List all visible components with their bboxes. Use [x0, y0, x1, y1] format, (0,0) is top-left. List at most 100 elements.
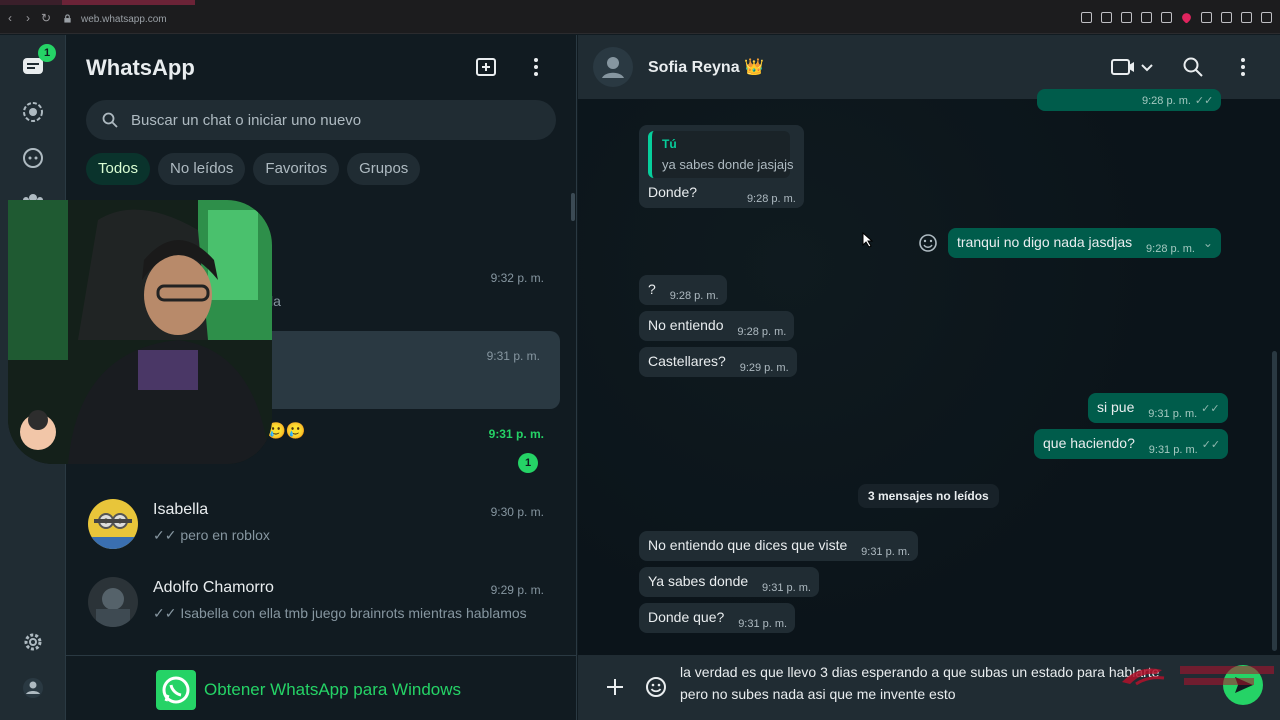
webcam-overlay	[8, 200, 272, 464]
filter-favorites[interactable]: Favoritos	[253, 153, 340, 185]
message-time: 9:28 p. m.	[737, 326, 787, 338]
share-icon[interactable]	[1221, 12, 1232, 23]
active-browser-tab[interactable]	[62, 0, 195, 5]
reload-icon[interactable]: ↻	[40, 12, 52, 24]
message-outgoing[interactable]: 9:28 p. m. ✓✓	[1037, 89, 1222, 111]
search-icon[interactable]	[1181, 55, 1205, 79]
message-time: 9:31 p. m.	[738, 618, 788, 630]
whatsapp-logo-icon	[156, 670, 196, 710]
chat-preview-text: Isabella con ella tmb juego brainrots mi…	[180, 605, 527, 621]
menu-icon[interactable]	[524, 55, 548, 79]
shield-icon[interactable]	[1141, 12, 1152, 23]
screenshot-icon[interactable]	[1121, 12, 1132, 23]
chat-preview-text: pero en roblox	[180, 527, 270, 543]
search-icon	[102, 112, 118, 128]
status-icon[interactable]	[20, 99, 46, 125]
message-time: 9:28 p. m.	[746, 193, 796, 205]
back-icon[interactable]: ‹	[4, 12, 16, 24]
address-bar[interactable]: web.whatsapp.com	[81, 14, 167, 25]
unread-count-badge: 1	[518, 453, 538, 473]
play-icon[interactable]	[1161, 12, 1172, 23]
message-incoming[interactable]: ? 9:28 p. m.	[639, 275, 727, 305]
message-time: 9:31 p. m.	[762, 582, 811, 594]
menu-icon[interactable]	[1231, 55, 1255, 79]
chat-preview: 🥲🥲	[266, 423, 306, 440]
chat-name: Adolfo Chamorro	[153, 579, 274, 596]
send-button[interactable]	[1223, 665, 1263, 705]
download-promo[interactable]: Obtener WhatsApp para Windows	[66, 655, 576, 720]
message-incoming-reply[interactable]: Tú ya sabes donde jasjajs Donde? 9:28 p.…	[639, 125, 804, 208]
chat-time: 9:31 p. m.	[486, 349, 540, 363]
channels-icon[interactable]	[20, 145, 46, 171]
filter-unread[interactable]: No leídos	[158, 153, 246, 185]
message-text: si pue	[1097, 399, 1135, 415]
zoom-icon[interactable]	[1081, 12, 1092, 23]
search-input[interactable]	[131, 100, 541, 140]
message-incoming[interactable]: No entiendo 9:28 p. m.	[639, 311, 795, 341]
dropdown-chevron-icon[interactable]: ⌄	[1203, 236, 1213, 250]
chat-time: 9:30 p. m.	[490, 505, 544, 519]
app-title: WhatsApp	[86, 55, 195, 80]
attach-plus-icon[interactable]	[603, 675, 627, 699]
message-text: ?	[648, 281, 656, 297]
chats-badge: 1	[38, 44, 56, 62]
avatar	[88, 577, 138, 627]
message-text: No entiendo que dices que viste	[648, 537, 848, 553]
video-call-icon[interactable]	[1110, 55, 1156, 79]
chat-row-adolfo[interactable]: Adolfo Chamorro 9:29 p. m. ✓✓ Isabella c…	[66, 565, 564, 643]
message-incoming[interactable]: No entiendo que dices que viste 9:31 p. …	[639, 531, 919, 561]
extensions-icon[interactable]	[1201, 12, 1212, 23]
heart-icon[interactable]	[1180, 11, 1193, 24]
promo-link[interactable]: Obtener WhatsApp para Windows	[204, 680, 461, 700]
read-ticks-icon: ✓✓	[1201, 403, 1220, 415]
avatar	[88, 499, 138, 549]
react-emoji-icon[interactable]	[918, 233, 938, 253]
download-icon[interactable]	[1241, 12, 1252, 23]
send-icon	[1235, 677, 1253, 693]
read-ticks-icon: ✓✓	[153, 527, 177, 543]
message-outgoing[interactable]: tranqui no digo nada jasdjas 9:28 p. m. …	[948, 228, 1221, 258]
chat-preview: ✓✓ pero en roblox	[153, 527, 270, 544]
settings-icon[interactable]	[20, 629, 46, 655]
contact-name[interactable]: Sofia Reyna 👑	[648, 57, 764, 77]
pin-icon[interactable]	[1101, 12, 1112, 23]
filter-all[interactable]: Todos	[86, 153, 151, 185]
message-input[interactable]: la verdad es que llevo 3 dias esperando …	[680, 661, 1200, 705]
chat-preview: ✓✓ Isabella con ella tmb juego brainrots…	[153, 605, 527, 622]
menu-icon[interactable]	[1261, 12, 1272, 23]
message-time: 9:29 p. m.	[739, 362, 789, 374]
emoji-icon[interactable]	[644, 675, 668, 699]
filter-chips: Todos No leídos Favoritos Grupos	[86, 153, 421, 185]
message-time: 9:28 p. m.	[1146, 243, 1195, 255]
read-ticks-icon: ✓✓	[1194, 95, 1214, 107]
search-bar	[86, 100, 556, 140]
message-outgoing[interactable]: que haciendo? 9:31 p. m. ✓✓	[1034, 429, 1229, 459]
conversation-scrollbar[interactable]	[1272, 351, 1277, 651]
browser-extensions	[1081, 11, 1272, 24]
lock-icon	[64, 14, 71, 23]
quoted-message[interactable]: Tú ya sabes donde jasjajs	[648, 131, 794, 178]
chat-time: 9:32 p. m.	[490, 271, 544, 285]
browser-tab-strip[interactable]	[0, 0, 195, 5]
message-text: Donde que?	[648, 609, 725, 625]
new-chat-icon[interactable]	[474, 55, 498, 79]
filter-groups[interactable]: Grupos	[347, 153, 421, 185]
forward-icon[interactable]: ›	[22, 12, 34, 24]
message-incoming[interactable]: Castellares? 9:29 p. m.	[639, 347, 797, 377]
quote-author: Tú	[662, 137, 677, 151]
chat-name: Isabella	[153, 501, 209, 518]
message-time: 9:28 p. m.	[1142, 95, 1191, 107]
message-incoming[interactable]: Ya sabes donde 9:31 p. m.	[639, 567, 819, 597]
mouse-cursor-icon	[862, 232, 874, 248]
message-incoming[interactable]: Donde que? 9:31 p. m.	[639, 603, 796, 633]
message-text: No entiendo	[648, 317, 724, 333]
message-time: 9:31 p. m.	[1148, 408, 1198, 420]
chat-row-isabella[interactable]: Isabella 9:30 p. m. ✓✓ pero en roblox	[66, 487, 564, 565]
message-text: Ya sabes donde	[648, 573, 749, 589]
message-composer: la verdad es que llevo 3 dias esperando …	[578, 655, 1280, 720]
message-text: Donde?	[648, 184, 698, 200]
profile-icon[interactable]	[20, 675, 46, 701]
chat-list-scrollbar[interactable]	[571, 193, 575, 221]
contact-avatar[interactable]	[593, 47, 633, 87]
message-outgoing[interactable]: si pue 9:31 p. m. ✓✓	[1088, 393, 1228, 423]
